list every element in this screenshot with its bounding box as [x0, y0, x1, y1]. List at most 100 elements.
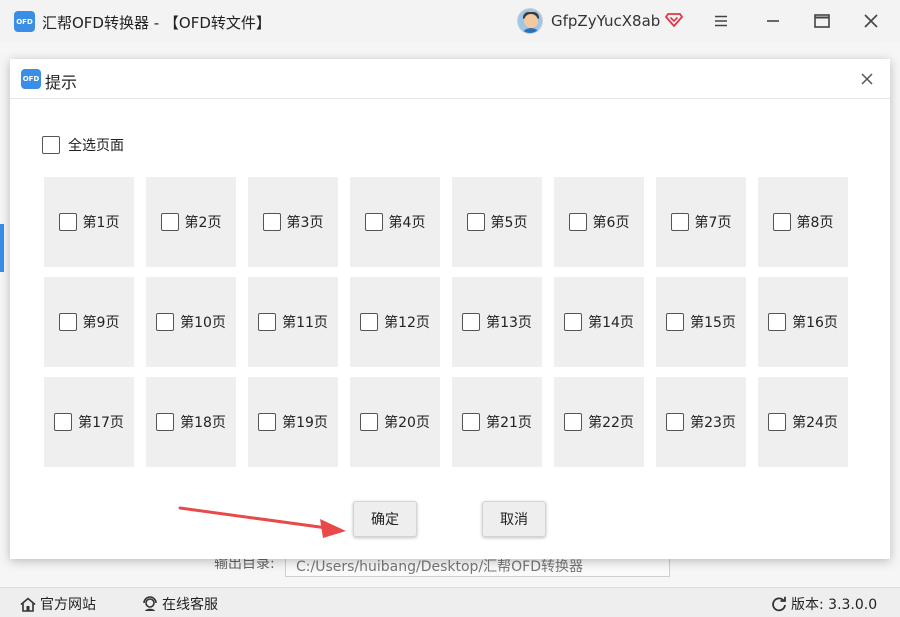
page-label: 第17页	[78, 415, 124, 431]
official-website-label: 官方网站	[40, 597, 96, 613]
page-checkbox[interactable]	[160, 213, 179, 231]
page-tile-1[interactable]: 第1页	[44, 177, 134, 267]
confirm-button[interactable]: 确定	[353, 501, 417, 537]
page-tile-17[interactable]: 第17页	[44, 377, 134, 467]
page-tile-2[interactable]: 第2页	[146, 177, 236, 267]
refresh-icon	[772, 596, 786, 612]
page-checkbox[interactable]	[364, 213, 383, 231]
page-label: 第14页	[588, 315, 634, 331]
page-checkbox[interactable]	[564, 413, 583, 431]
page-tile-23[interactable]: 第23页	[656, 377, 746, 467]
menu-icon[interactable]	[708, 8, 734, 34]
support-agent-icon	[143, 596, 157, 611]
cancel-button[interactable]: 取消	[482, 501, 546, 537]
page-tile-19[interactable]: 第19页	[248, 377, 338, 467]
page-tile-18[interactable]: 第18页	[146, 377, 236, 467]
sidebar-active-indicator	[0, 224, 4, 272]
minimize-icon[interactable]	[760, 8, 786, 34]
dialog-title: 提示	[45, 73, 78, 92]
page-checkbox[interactable]	[462, 313, 481, 331]
page-checkbox[interactable]	[462, 413, 481, 431]
page-tile-11[interactable]: 第11页	[248, 277, 338, 367]
page-label: 第13页	[486, 315, 532, 331]
user-avatar[interactable]	[517, 8, 543, 34]
page-label: 第24页	[792, 415, 838, 431]
page-checkbox[interactable]	[156, 413, 175, 431]
page-label: 第18页	[180, 415, 226, 431]
user-name[interactable]: GfpZyYucX8ab	[551, 12, 660, 30]
page-label: 第16页	[792, 315, 838, 331]
page-tile-6[interactable]: 第6页	[554, 177, 644, 267]
page-label: 第7页	[694, 215, 732, 231]
page-label: 第8页	[796, 215, 834, 231]
page-label: 第20页	[384, 415, 430, 431]
page-label: 第4页	[388, 215, 426, 231]
page-grid: 第1页 第2页 第3页 第4页 第5页 第6页 第7页 第8页 第9页 第10页 第11页 第12页第…	[44, 177, 850, 467]
page-checkbox[interactable]	[360, 313, 379, 331]
page-checkbox[interactable]	[54, 413, 73, 431]
page-checkbox[interactable]	[156, 313, 175, 331]
dialog-logo-icon: OFD	[21, 69, 41, 89]
page-label: 第11页	[282, 315, 328, 331]
page-label: 第15页	[690, 315, 736, 331]
page-checkbox[interactable]	[466, 213, 485, 231]
vip-diamond-icon[interactable]	[665, 10, 683, 28]
page-checkbox[interactable]	[772, 213, 791, 231]
page-tile-4[interactable]: 第4页	[350, 177, 440, 267]
version-info[interactable]: 版本: 3.3.0.0	[771, 594, 877, 614]
page-tile-7[interactable]: 第7页	[656, 177, 746, 267]
page-checkbox[interactable]	[768, 313, 787, 331]
select-all-checkbox[interactable]: 全选页面	[42, 135, 124, 155]
page-label: 第6页	[592, 215, 630, 231]
page-checkbox[interactable]	[360, 413, 379, 431]
online-support-link[interactable]: 在线客服	[142, 594, 218, 614]
statusbar: 官方网站 在线客服 版本: 3.3.0.0	[0, 587, 900, 617]
page-label: 第2页	[184, 215, 222, 231]
page-tile-14[interactable]: 第14页	[554, 277, 644, 367]
page-checkbox[interactable]	[768, 413, 787, 431]
page-tile-5[interactable]: 第5页	[452, 177, 542, 267]
page-checkbox[interactable]	[58, 213, 77, 231]
page-tile-8[interactable]: 第8页	[758, 177, 848, 267]
app-titlebar: OFD 汇帮OFD转换器 - 【OFD转文件】 GfpZyYucX8ab	[0, 0, 900, 42]
page-checkbox[interactable]	[670, 213, 689, 231]
official-website-link[interactable]: 官方网站	[20, 594, 96, 614]
page-label: 第22页	[588, 415, 634, 431]
page-tile-16[interactable]: 第16页	[758, 277, 848, 367]
page-tile-9[interactable]: 第9页	[44, 277, 134, 367]
page-label: 第9页	[82, 315, 120, 331]
page-tile-10[interactable]: 第10页	[146, 277, 236, 367]
page-select-dialog: OFD 提示 全选页面 第1页 第2页 第3页 第4页 第5页 第6页 第7页 第8页 第9页第…	[10, 59, 890, 559]
page-label: 第5页	[490, 215, 528, 231]
page-checkbox[interactable]	[262, 213, 281, 231]
page-checkbox[interactable]	[568, 213, 587, 231]
app-logo-icon: OFD	[14, 11, 35, 32]
page-label: 第23页	[690, 415, 736, 431]
page-label: 第1页	[82, 215, 120, 231]
page-tile-3[interactable]: 第3页	[248, 177, 338, 267]
select-all-label: 全选页面	[68, 138, 124, 154]
page-tile-12[interactable]: 第12页	[350, 277, 440, 367]
page-checkbox[interactable]	[666, 313, 685, 331]
page-checkbox[interactable]	[58, 313, 77, 331]
page-label: 第19页	[282, 415, 328, 431]
page-tile-21[interactable]: 第21页	[452, 377, 542, 467]
page-tile-13[interactable]: 第13页	[452, 277, 542, 367]
page-checkbox[interactable]	[564, 313, 583, 331]
version-label: 版本: 3.3.0.0	[791, 597, 878, 613]
maximize-icon[interactable]	[809, 8, 835, 34]
page-tile-24[interactable]: 第24页	[758, 377, 848, 467]
page-checkbox[interactable]	[258, 313, 277, 331]
page-tile-20[interactable]: 第20页	[350, 377, 440, 467]
page-label: 第10页	[180, 315, 226, 331]
page-tile-22[interactable]: 第22页	[554, 377, 644, 467]
page-tile-15[interactable]: 第15页	[656, 277, 746, 367]
page-label: 第3页	[286, 215, 324, 231]
select-all-box[interactable]	[42, 136, 60, 154]
close-icon[interactable]	[858, 8, 884, 34]
online-support-label: 在线客服	[162, 597, 218, 613]
page-checkbox[interactable]	[666, 413, 685, 431]
dialog-close-icon[interactable]	[856, 68, 878, 90]
page-checkbox[interactable]	[258, 413, 277, 431]
page-label: 第12页	[384, 315, 430, 331]
